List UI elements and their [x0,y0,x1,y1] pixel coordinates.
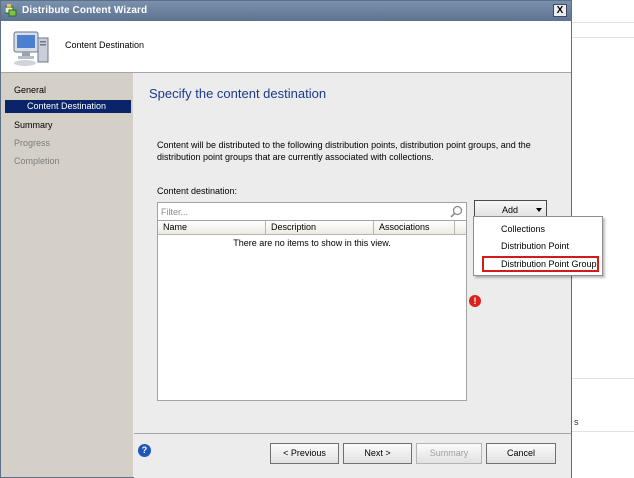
window-title: Distribute Content Wizard [22,5,148,16]
step-content-destination[interactable]: Content Destination [5,100,131,113]
header-title: Content Destination [65,40,145,50]
page-description: Content will be distributed to the follo… [157,140,531,162]
menu-item-collections[interactable]: Collections [501,224,545,234]
step-completion: Completion [14,156,60,166]
previous-button[interactable]: < Previous [270,443,339,464]
wizard-footer: ? < Previous Next > Summary Cancel [134,433,571,478]
filter-input[interactable] [161,206,441,218]
filter-box[interactable] [157,202,467,221]
step-progress: Progress [14,138,51,148]
step-general[interactable]: General [14,85,46,95]
background-divider [572,22,634,23]
error-icon: ! [469,295,481,307]
cancel-button[interactable]: Cancel [486,443,556,464]
add-button-label: Add [502,205,519,215]
search-icon[interactable] [450,205,463,218]
background-divider [572,37,634,38]
empty-list-message: There are no items to show in this view. [233,238,391,248]
summary-button: Summary [416,443,482,464]
next-button[interactable]: Next > [343,443,412,464]
dropdown-arrow-icon [536,208,542,212]
step-content-destination-label: Content Destination [27,101,107,111]
wizard-app-icon [5,4,17,17]
column-header-name[interactable]: Name [158,221,266,234]
list-header: Name Description Associations [158,221,466,235]
close-button[interactable]: X [553,4,567,17]
wizard-steps-sidebar: General Content Destination Summary Prog… [1,73,133,477]
add-dropdown-menu: Collections Distribution Point Distribut… [473,216,603,276]
background-divider [572,431,634,432]
menu-item-distribution-point-group[interactable]: Distribution Point Group [501,259,597,269]
help-icon[interactable]: ? [138,444,151,457]
content-destination-label: Content destination: [157,186,238,196]
destination-list[interactable]: Name Description Associations There are … [157,221,467,401]
column-header-associations[interactable]: Associations [374,221,455,234]
title-bar[interactable]: Distribute Content Wizard X [1,1,571,21]
menu-item-distribution-point[interactable]: Distribution Point [501,241,569,251]
background-divider [572,378,634,379]
computer-icon [13,31,49,66]
column-header-description[interactable]: Description [266,221,374,234]
wizard-header: Content Destination [1,21,571,73]
background-text: s [574,417,579,427]
step-summary[interactable]: Summary [14,120,53,130]
page-title: Specify the content destination [149,86,327,101]
